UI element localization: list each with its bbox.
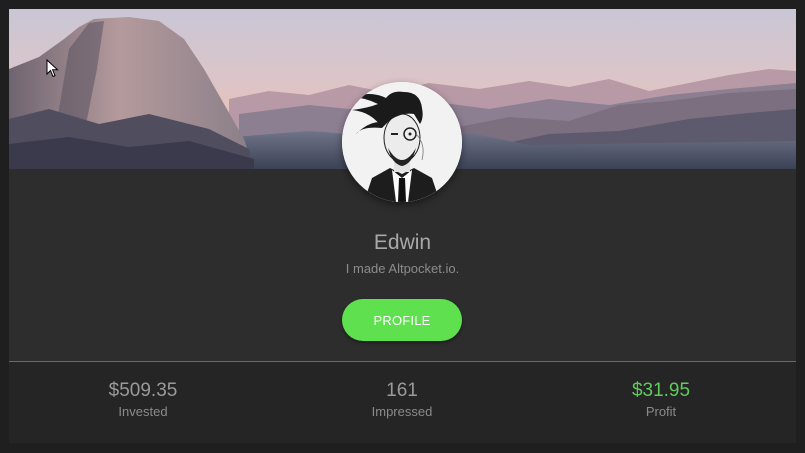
profile-button[interactable]: PROFILE (342, 299, 462, 341)
stats-bar: $509.35 Invested 161 Impressed $31.95 Pr… (9, 362, 796, 443)
user-name: Edwin (373, 231, 432, 254)
stat-label: Impressed (371, 404, 433, 419)
stat-label: Invested (118, 404, 168, 419)
stat-value: $31.95 (631, 380, 691, 401)
stat-value: 161 (386, 380, 418, 401)
stat-impressed: 161 Impressed (302, 380, 502, 420)
mouse-pointer-icon (46, 58, 60, 84)
profile-card: Edwin I made Altpocket.io. PROFILE $509.… (9, 9, 796, 443)
stat-invested: $509.35 Invested (43, 380, 243, 420)
avatar[interactable] (342, 82, 462, 202)
stat-label: Profit (645, 404, 677, 419)
stat-profit: $31.95 Profit (561, 380, 761, 420)
user-bio: I made Altpocket.io. (345, 261, 460, 276)
stat-value: $509.35 (108, 380, 178, 401)
